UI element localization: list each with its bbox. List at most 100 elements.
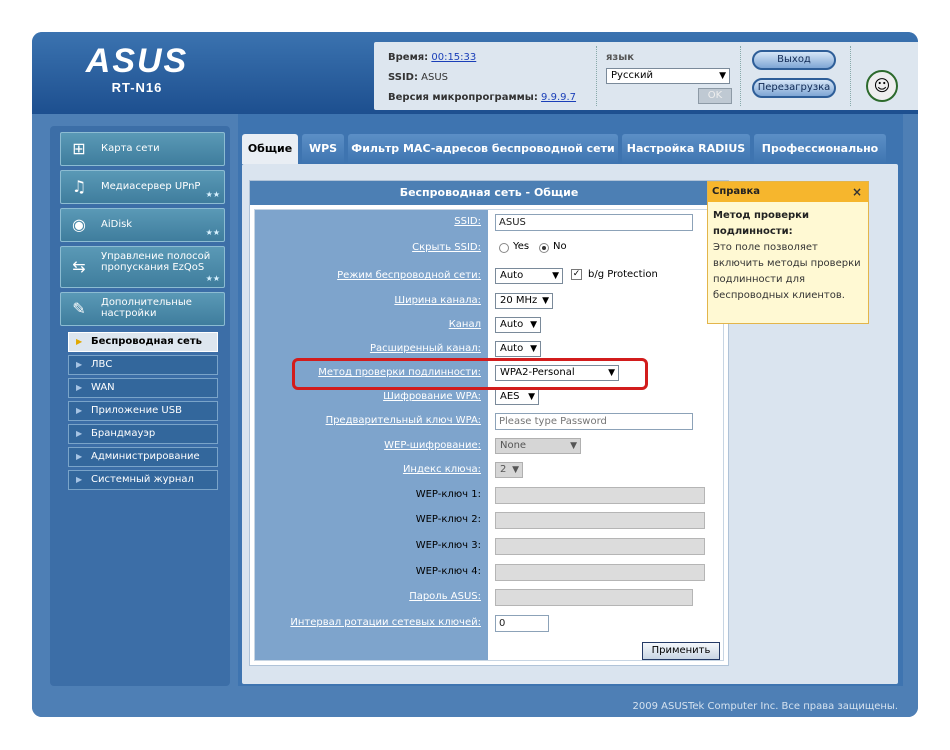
aidisk-icon: ◉ — [72, 215, 86, 234]
logout-button[interactable]: Выход — [752, 50, 836, 70]
hide-ssid-yes-label: Yes — [513, 241, 530, 252]
bg-protection-checkbox[interactable]: ✓ — [571, 269, 582, 280]
tab-wps[interactable]: WPS — [302, 134, 344, 164]
wpa-encryption-label[interactable]: Шифрование WPA: — [383, 391, 481, 402]
ssid-input[interactable]: ASUS — [495, 214, 693, 231]
key-index-select[interactable]: 2 ▼ — [495, 462, 523, 478]
wpa-psk-input[interactable] — [495, 413, 693, 430]
sidebar: ⊞ Карта сети ♫ Медиасервер UPnP ★★ ◉ AiD… — [50, 126, 230, 686]
wep-key2-input[interactable] — [495, 512, 705, 529]
asus-passphrase-input[interactable] — [495, 589, 693, 606]
divider — [596, 46, 597, 106]
tab-professional[interactable]: Профессионально — [754, 134, 886, 164]
dropdown-arrow-icon: ▼ — [552, 271, 559, 281]
submenu-administration[interactable]: ▶ Администрирование — [68, 447, 218, 467]
channel-label[interactable]: Канал — [449, 319, 481, 330]
arrow-right-icon: ▶ — [76, 406, 83, 415]
bg-protection-label: b/g Protection — [588, 269, 658, 280]
panel-title: Беспроводная сеть - Общие — [250, 181, 728, 205]
apply-button[interactable]: Применить — [642, 642, 720, 660]
sidebar-item-ezqos[interactable]: ⇆ Управление полосой пропускания EzQoS ★… — [60, 246, 225, 288]
sidebar-item-upnp[interactable]: ♫ Медиасервер UPnP ★★ — [60, 170, 225, 204]
footer-copyright: 2009 ASUSTek Computer Inc. Все права защ… — [32, 696, 918, 717]
key-rotation-input[interactable]: 0 — [495, 615, 549, 632]
ssid-row: SSID: ASUS — [388, 72, 448, 83]
wireless-mode-select[interactable]: Auto ▼ — [495, 268, 563, 284]
submenu-lan[interactable]: ▶ ЛВС — [68, 355, 218, 375]
extension-channel-select[interactable]: Auto ▼ — [495, 341, 541, 357]
hide-ssid-label[interactable]: Скрыть SSID: — [412, 242, 481, 253]
hide-ssid-yes-radio[interactable] — [499, 243, 509, 253]
hide-ssid-no-radio[interactable] — [539, 243, 549, 253]
close-icon[interactable]: × — [852, 182, 862, 202]
help-header: Справка × — [708, 182, 868, 202]
wep-key1-input[interactable] — [495, 487, 705, 504]
dropdown-arrow-icon: ▼ — [530, 320, 537, 330]
stars-icon: ★★ — [205, 228, 220, 237]
media-server-icon: ♫ — [71, 177, 87, 196]
language-ok-button[interactable]: OK — [698, 88, 732, 104]
help-body: Это поле позволяет включить методы прове… — [713, 242, 861, 301]
submenu-label: Администрирование — [91, 451, 200, 462]
wpa-encryption-value: AES — [500, 391, 520, 402]
stars-icon: ★★ — [205, 190, 220, 199]
dropdown-arrow-icon: ▼ — [570, 441, 577, 451]
sidebar-item-label: Управление полосой пропускания EzQoS — [101, 251, 211, 273]
wpa-psk-label[interactable]: Предварительный ключ WPA: — [326, 415, 481, 426]
ssid-value: ASUS — [421, 72, 449, 83]
arrow-right-icon: ▶ — [76, 475, 83, 484]
hide-ssid-no-label: No — [553, 241, 567, 252]
ssid-field-label[interactable]: SSID: — [454, 216, 481, 227]
submenu-syslog[interactable]: ▶ Системный журнал — [68, 470, 218, 490]
stars-icon: ★★ — [205, 274, 220, 283]
divider — [740, 46, 741, 106]
extension-channel-label[interactable]: Расширенный канал: — [370, 343, 481, 354]
sidebar-item-label: Медиасервер UPnP — [101, 181, 201, 192]
wep-encryption-select[interactable]: None ▼ — [495, 438, 581, 454]
channel-width-label[interactable]: Ширина канала: — [394, 295, 481, 306]
key-rotation-label[interactable]: Интервал ротации сетевых ключей: — [290, 617, 481, 628]
channel-select[interactable]: Auto ▼ — [495, 317, 541, 333]
arrow-right-icon: ▶ — [76, 337, 83, 346]
submenu-wan[interactable]: ▶ WAN — [68, 378, 218, 398]
wep-key1-label: WEP-ключ 1: — [415, 489, 481, 500]
language-select[interactable]: Русский ▼ — [606, 68, 730, 84]
wireless-mode-label[interactable]: Режим беспроводной сети: — [337, 270, 481, 281]
submenu-label: Приложение USB — [91, 405, 182, 416]
sidebar-item-aidisk[interactable]: ◉ AiDisk ★★ — [60, 208, 225, 242]
divider — [850, 46, 851, 106]
asus-passphrase-label[interactable]: Пароль ASUS: — [409, 591, 481, 602]
firmware-version-link[interactable]: 9.9.9.7 — [541, 92, 576, 103]
tab-radius[interactable]: Настройка RADIUS — [622, 134, 750, 164]
sidebar-item-label: Дополнительные настройки — [101, 297, 192, 319]
tab-general[interactable]: Общие — [242, 134, 298, 164]
status-info-box: Время: 00:15:33 SSID: ASUS Версия микроп… — [374, 42, 918, 110]
arrow-right-icon: ▶ — [76, 360, 83, 369]
sidebar-item-network-map[interactable]: ⊞ Карта сети — [60, 132, 225, 166]
reboot-button[interactable]: Перезагрузка — [752, 78, 836, 98]
channel-width-select[interactable]: 20 MHz ▼ — [495, 293, 553, 309]
wep-key3-input[interactable] — [495, 538, 705, 555]
network-map-icon: ⊞ — [72, 139, 86, 158]
time-value-link[interactable]: 00:15:33 — [431, 52, 476, 63]
submenu-firewall[interactable]: ▶ Брандмауэр — [68, 424, 218, 444]
submenu-label: Брандмауэр — [91, 428, 156, 439]
dropdown-arrow-icon: ▼ — [542, 296, 549, 306]
wep-encryption-label[interactable]: WEP-шифрование: — [384, 440, 481, 451]
extension-channel-value: Auto — [500, 343, 524, 354]
sidebar-item-advanced[interactable]: ✎ Дополнительные настройки — [60, 292, 225, 326]
key-index-label[interactable]: Индекс ключа: — [403, 464, 481, 475]
submenu-label: WAN — [91, 382, 115, 393]
wpa-encryption-select[interactable]: AES ▼ — [495, 389, 539, 405]
wep-key4-input[interactable] — [495, 564, 705, 581]
wireless-mode-value: Auto — [500, 270, 524, 281]
sidebar-item-label: AiDisk — [101, 219, 133, 230]
qos-icon: ⇆ — [72, 257, 86, 276]
highlight-box — [292, 358, 648, 390]
wireless-form: SSID: ASUS Скрыть SSID: Yes No Режим бес… — [254, 209, 724, 661]
tab-mac-filter[interactable]: Фильтр MAC-адресов беспроводной сети — [348, 134, 618, 164]
submenu-label: ЛВС — [91, 359, 113, 370]
wep-encryption-value: None — [500, 440, 527, 451]
submenu-wireless[interactable]: ▶ Беспроводная сеть — [68, 332, 218, 352]
submenu-usb[interactable]: ▶ Приложение USB — [68, 401, 218, 421]
